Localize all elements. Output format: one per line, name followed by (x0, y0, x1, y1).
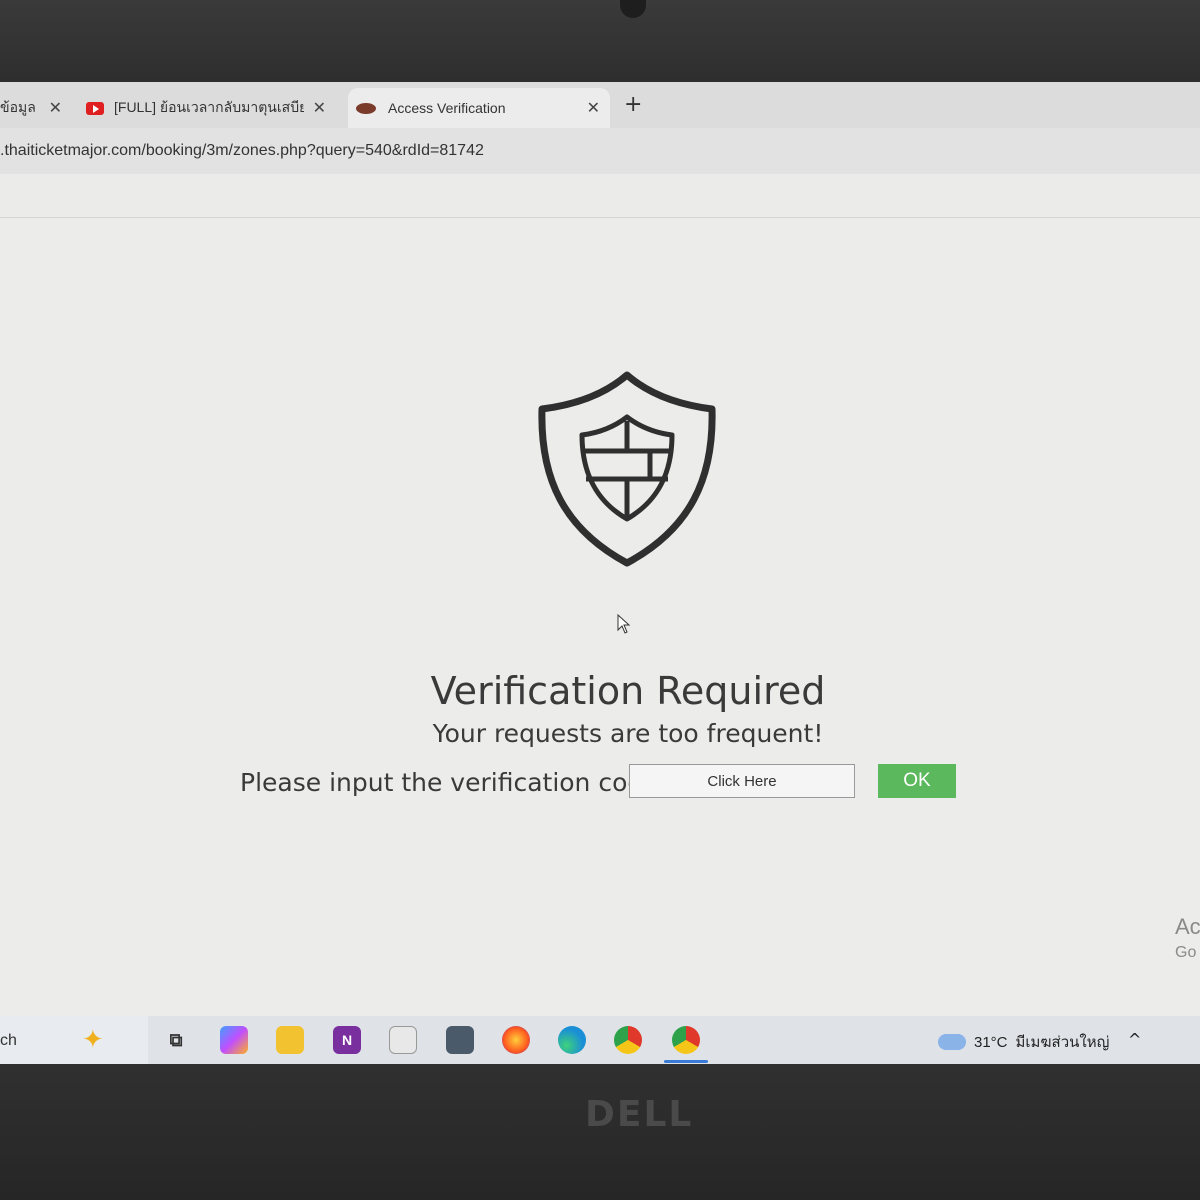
address-bar[interactable]: .thaiticketmajor.com/booking/3m/zones.ph… (0, 128, 1200, 174)
taskbar-search[interactable]: ch ✦ (0, 1016, 148, 1064)
webcam (620, 0, 646, 18)
cloudy-icon (938, 1027, 966, 1050)
firefox-icon[interactable] (502, 1026, 530, 1054)
bookmarks-bar (0, 174, 1200, 218)
close-icon[interactable]: ✕ (49, 98, 62, 118)
youtube-icon (86, 101, 104, 115)
mouse-cursor-icon (617, 614, 631, 634)
page-title: Verification Required (430, 669, 826, 713)
watermark-line-1: Ac (1175, 914, 1200, 939)
tab-access-verification[interactable]: Access Verification ✕ (348, 88, 610, 128)
tab-label: ข้อมูล (0, 99, 36, 115)
task-view-icon[interactable]: ⧉ (162, 1026, 190, 1054)
laptop-bezel-top (0, 0, 1200, 82)
new-tab-button[interactable]: + (624, 92, 642, 117)
dell-logo: DELL (585, 1094, 694, 1135)
ok-button[interactable]: OK (878, 764, 956, 798)
tab-youtube[interactable]: [FULL] ย้อนเวลากลับมาตุนเสบียงก่อน ✕ (86, 88, 336, 128)
verification-code-field[interactable]: Click Here (629, 764, 855, 798)
page-content: Verification Required Your requests are … (0, 219, 1200, 1019)
active-app-indicator (664, 1060, 708, 1063)
url-text[interactable]: .thaiticketmajor.com/booking/3m/zones.ph… (0, 142, 484, 160)
weather-desc: มีเมฆส่วนใหญ่ (1015, 1034, 1110, 1051)
watermark-line-2: Go (1175, 944, 1197, 961)
microsoft-365-icon[interactable] (220, 1026, 248, 1054)
tab-label: Access Verification (388, 100, 506, 116)
laptop-bezel-bottom: DELL (0, 1064, 1200, 1200)
copilot-icon[interactable]: ✦ (82, 1024, 104, 1055)
search-text: ch (0, 1032, 17, 1049)
file-explorer-icon[interactable] (276, 1026, 304, 1054)
page-subtitle: Your requests are too frequent! (432, 719, 824, 748)
site-favicon-icon (356, 102, 376, 114)
screen: ข้อมูล ✕ [FULL] ย้อนเวลากลับมาตุนเสบียงก… (0, 82, 1200, 1064)
activate-windows-watermark: Ac Go (1175, 914, 1200, 962)
taskbar: ch ✦ ⧉ N 31°C มีเมฆส่วนใหญ่ ^ (0, 1016, 1200, 1064)
shield-wall-icon (538, 371, 716, 567)
verification-prompt: Please input the verification code: (240, 768, 668, 797)
tab-label: [FULL] ย้อนเวลากลับมาตุนเสบียงก่อน (114, 99, 304, 115)
onenote-icon[interactable]: N (333, 1026, 361, 1054)
weather-temp: 31°C (974, 1033, 1008, 1051)
tab-data[interactable]: ข้อมูล ✕ (0, 88, 72, 128)
close-icon[interactable]: ✕ (313, 98, 326, 118)
edge-icon[interactable] (558, 1026, 586, 1054)
store-icon[interactable] (389, 1026, 417, 1054)
calculator-icon[interactable] (446, 1026, 474, 1054)
weather-widget[interactable]: 31°C มีเมฆส่วนใหญ่ (938, 1027, 1110, 1054)
close-icon[interactable]: ✕ (587, 98, 600, 118)
tab-strip: ข้อมูล ✕ [FULL] ย้อนเวลากลับมาตุนเสบียงก… (0, 82, 1200, 128)
chrome-profile-icon[interactable] (672, 1026, 700, 1054)
chrome-icon[interactable] (614, 1026, 642, 1054)
system-tray-chevron-icon[interactable]: ^ (1128, 1030, 1141, 1049)
